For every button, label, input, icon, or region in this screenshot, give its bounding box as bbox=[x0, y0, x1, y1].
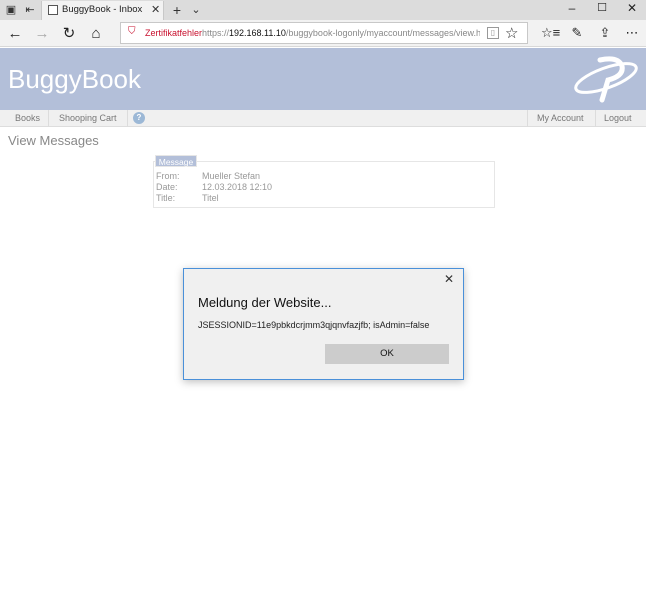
refresh-icon[interactable]: ↻ bbox=[59, 24, 79, 44]
close-icon[interactable]: ✕ bbox=[151, 3, 160, 16]
more-icon[interactable]: ⋯ bbox=[623, 25, 641, 41]
menu-shopping-cart[interactable]: Shooping Cart bbox=[59, 113, 117, 123]
tab-strip: ▣ ⇤ BuggyBook - Inbox ✕ + ⌄ – ☐ ✕ bbox=[0, 0, 646, 20]
page-icon bbox=[48, 5, 58, 15]
menu-divider bbox=[48, 110, 49, 127]
date-value: 12.03.2018 12:10 bbox=[202, 182, 273, 192]
alert-dialog: ✕ Meldung der Website... JSESSIONID=11e9… bbox=[183, 268, 464, 380]
tab-list-icon[interactable]: ⌄ bbox=[189, 3, 203, 17]
site-menu: Books Shooping Cart ? My Account Logout bbox=[0, 110, 646, 127]
from-label: From: bbox=[156, 171, 180, 181]
share-icon[interactable]: ⇪ bbox=[596, 25, 614, 41]
menu-divider bbox=[527, 110, 528, 127]
forward-icon[interactable]: → bbox=[32, 24, 52, 44]
date-label: Date: bbox=[156, 182, 178, 192]
address-toolbar: ← → ↻ ⌂ ⛉ Zertifikatfehler https://192.1… bbox=[0, 20, 646, 47]
help-icon[interactable]: ? bbox=[133, 112, 145, 124]
favorite-star-icon[interactable]: ☆ bbox=[505, 24, 518, 42]
favorites-hub-icon[interactable]: ☆≡ bbox=[541, 25, 560, 41]
url-text[interactable]: https://192.168.11.10/buggybook-logonly/… bbox=[202, 28, 480, 38]
menu-my-account[interactable]: My Account bbox=[537, 113, 584, 123]
new-tab-icon[interactable]: + bbox=[170, 3, 184, 17]
address-bar[interactable]: ⛉ Zertifikatfehler https://192.168.11.10… bbox=[120, 22, 528, 44]
menu-books[interactable]: Books bbox=[15, 113, 40, 123]
back-icon[interactable]: ← bbox=[5, 24, 25, 44]
title-label: Title: bbox=[156, 193, 176, 203]
certificate-error[interactable]: Zertifikatfehler bbox=[145, 28, 202, 38]
message-tab: Message bbox=[155, 155, 197, 167]
menu-divider bbox=[127, 110, 128, 127]
ok-button[interactable]: OK bbox=[325, 344, 449, 364]
maximize-icon[interactable]: ☐ bbox=[594, 1, 610, 14]
menu-divider bbox=[595, 110, 596, 127]
shield-warning-icon[interactable]: ⛉ bbox=[128, 26, 136, 37]
site-header: BuggyBook bbox=[0, 48, 646, 110]
minimize-icon[interactable]: – bbox=[564, 1, 580, 15]
close-icon[interactable]: ✕ bbox=[444, 272, 454, 286]
reading-view-icon[interactable]: ▯ bbox=[487, 27, 499, 39]
menu-logout[interactable]: Logout bbox=[604, 113, 632, 123]
page-title: View Messages bbox=[8, 133, 99, 148]
dialog-message: JSESSIONID=11e9pbkdcrjmm3qjqnvfazjfb; is… bbox=[198, 320, 430, 330]
tab-buggybook-inbox[interactable]: BuggyBook - Inbox ✕ bbox=[41, 1, 164, 20]
dialog-title: Meldung der Website... bbox=[198, 295, 332, 310]
logo-icon bbox=[574, 56, 638, 103]
home-icon[interactable]: ⌂ bbox=[86, 24, 106, 44]
set-aside-icon[interactable]: ⇤ bbox=[23, 3, 37, 17]
title-value: Titel bbox=[202, 193, 219, 203]
tab-preview-icon[interactable]: ▣ bbox=[4, 3, 18, 17]
from-value: Mueller Stefan bbox=[202, 171, 261, 181]
tab-title: BuggyBook - Inbox bbox=[62, 4, 143, 15]
close-window-icon[interactable]: ✕ bbox=[624, 1, 640, 15]
site-brand[interactable]: BuggyBook bbox=[8, 64, 141, 95]
pen-icon[interactable]: ✎ bbox=[568, 25, 586, 41]
